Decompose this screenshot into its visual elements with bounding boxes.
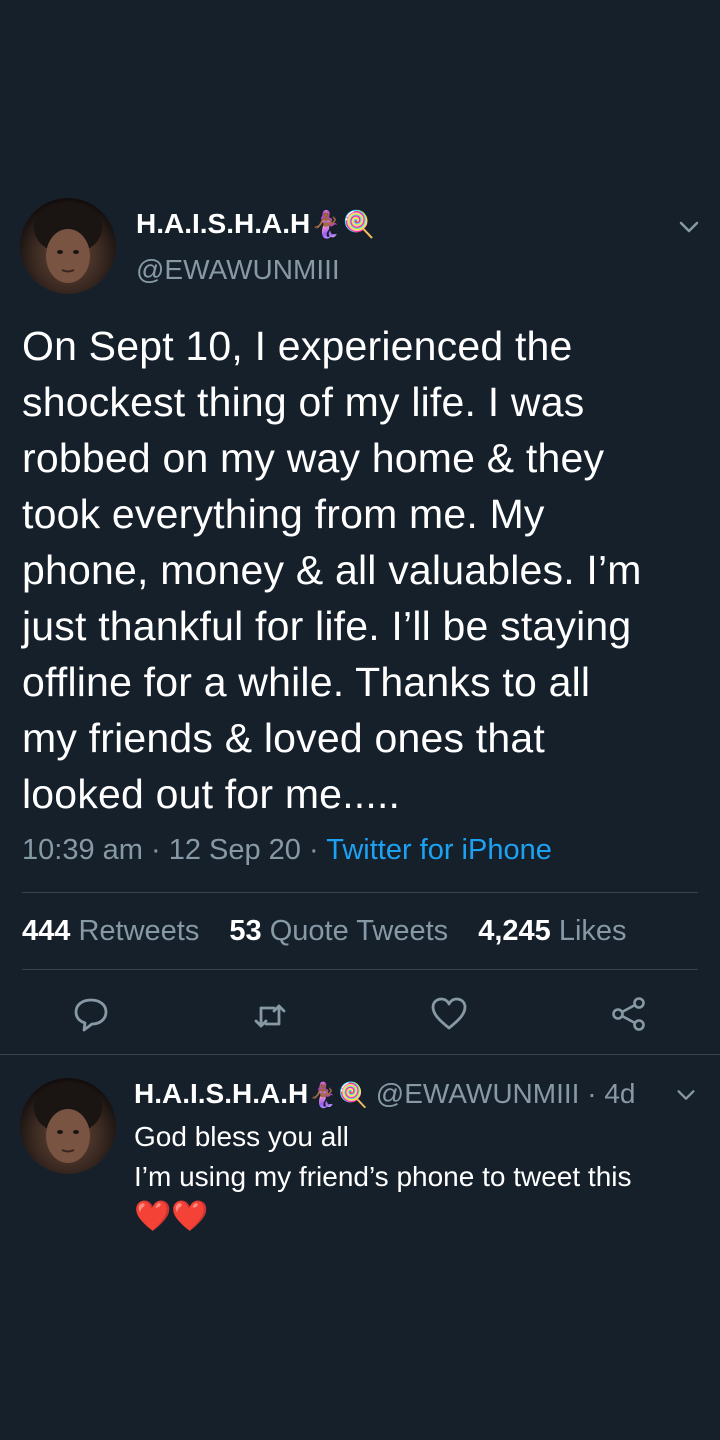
share-icon[interactable] xyxy=(609,994,649,1034)
author-avatar[interactable] xyxy=(20,198,116,294)
reply-text-line: I’m using my friend’s phone to tweet thi… xyxy=(134,1161,632,1192)
meta-separator: · xyxy=(309,834,327,866)
tweet-meta: 10:39 am · 12 Sep 20 · Twitter for iPhon… xyxy=(22,834,552,867)
reply-header: H.A.I.S.H.A.H🧜🏾‍♀️🍭 @EWAWUNMIII · 4d xyxy=(134,1078,635,1110)
tweet-date: 12 Sep 20 xyxy=(168,834,301,866)
meta-separator: · xyxy=(150,834,169,866)
retweets-stat[interactable]: 444 Retweets xyxy=(22,915,199,947)
tweet-text-line: On Sept 10, I experienced the xyxy=(22,323,573,369)
author-display-name[interactable]: H.A.I.S.H.A.H🧜🏾‍♀️🍭 xyxy=(136,208,375,240)
tweet-text-line: offline for a while. Thanks to all xyxy=(22,659,591,705)
divider xyxy=(22,969,698,970)
name-emoji: 🧜🏾‍♀️🍭 xyxy=(310,209,375,239)
tweet-text-line: phone, money & all valuables. I’m xyxy=(22,547,642,593)
author-handle[interactable]: @EWAWUNMIII xyxy=(136,254,340,286)
reply-text-line: God bless you all xyxy=(134,1121,349,1152)
tweet-source-link[interactable]: Twitter for iPhone xyxy=(326,834,552,866)
reply-options-chevron-icon[interactable] xyxy=(674,1083,698,1107)
tweet-text-line: robbed on my way home & they xyxy=(22,435,605,481)
reply-age: 4d xyxy=(604,1078,636,1109)
reply-author-avatar[interactable] xyxy=(20,1078,116,1174)
reply-name-emoji: 🧜🏾‍♀️🍭 xyxy=(308,1082,368,1109)
tweet-text-line: took everything from me. My xyxy=(22,491,545,537)
tweet-text-line: shockest thing of my life. I was xyxy=(22,379,585,425)
tweet-text: On Sept 10, I experienced the shockest t… xyxy=(22,318,712,822)
hearts-emoji: ❤️❤️ xyxy=(134,1200,209,1233)
like-heart-icon[interactable] xyxy=(429,994,469,1034)
reply-age-separator: · xyxy=(579,1078,605,1109)
divider xyxy=(0,1054,720,1055)
likes-stat[interactable]: 4,245 Likes xyxy=(478,915,626,947)
tweet-text-line: my friends & loved ones that xyxy=(22,715,545,761)
reply-handle[interactable]: @EWAWUNMIII xyxy=(376,1078,580,1109)
retweet-icon[interactable] xyxy=(250,996,290,1036)
tweet-options-chevron-icon[interactable] xyxy=(676,214,702,240)
quote-tweets-stat[interactable]: 53 Quote Tweets xyxy=(229,915,448,947)
tweet-text-line: just thankful for life. I’ll be staying xyxy=(22,603,632,649)
reply-display-name[interactable]: H.A.I.S.H.A.H xyxy=(134,1078,308,1109)
tweet-stats: 444 Retweets 53 Quote Tweets 4,245 Likes xyxy=(22,915,649,948)
tweet-text-line: looked out for me..... xyxy=(22,771,401,817)
reply-text: God bless you all I’m using my friend’s … xyxy=(134,1117,714,1237)
reply-icon[interactable] xyxy=(71,994,111,1034)
divider xyxy=(22,892,698,893)
tweet-time: 10:39 am xyxy=(22,834,143,866)
